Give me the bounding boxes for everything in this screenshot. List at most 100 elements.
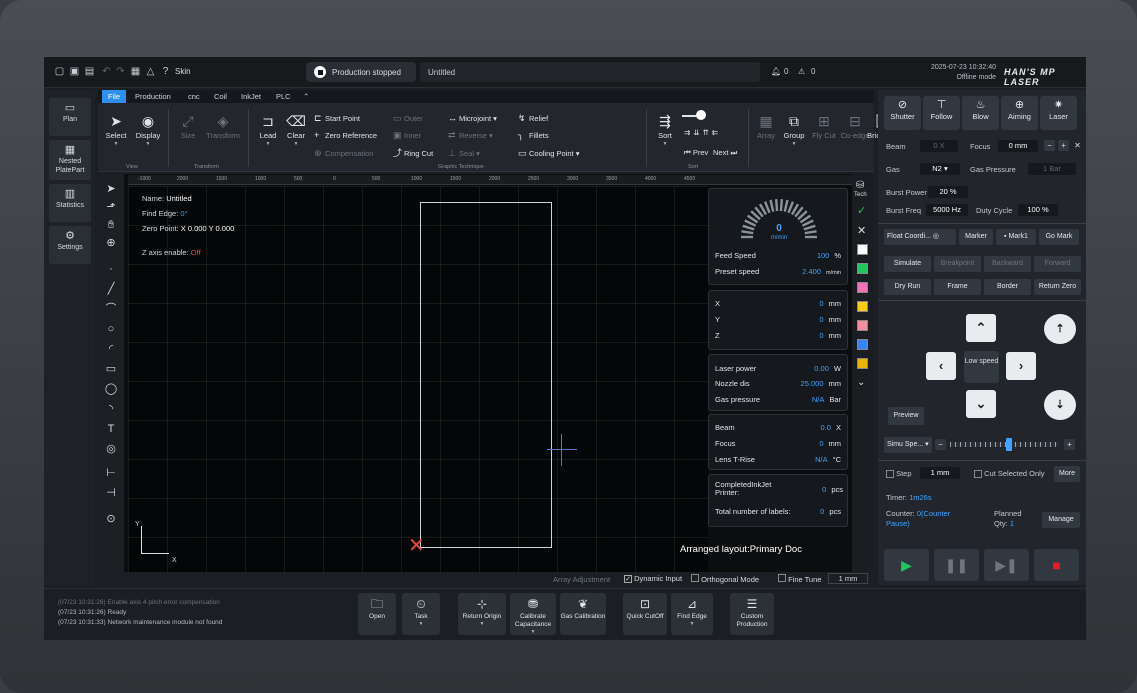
simu-speed-knob[interactable] (1006, 438, 1013, 451)
text-icon[interactable]: T (104, 422, 118, 436)
jog-down-icon[interactable]: ⌄ (966, 390, 996, 418)
quick-cutoff-button[interactable]: ⊡ Quick CutOff (623, 593, 667, 635)
display-button[interactable]: ◉ Display ▼ (133, 113, 163, 147)
simulate-button[interactable]: Simulate (884, 256, 931, 272)
line-icon[interactable]: ╱ (104, 282, 118, 296)
origin-icon[interactable]: ⊙ (104, 512, 118, 526)
layer-swatch[interactable] (857, 339, 868, 350)
layer-swatch[interactable] (857, 301, 868, 312)
help-icon[interactable]: ? (160, 66, 171, 78)
polyline-icon[interactable]: ⌒ (104, 302, 118, 316)
clear-button[interactable]: ⌫ Clear ▼ (281, 113, 311, 147)
reverse-button[interactable]: ⇄ Reverse ▾ (448, 130, 493, 141)
array-button[interactable]: ▦ Array (751, 113, 781, 141)
size-button[interactable]: ⤢ Size (173, 113, 203, 141)
zoom-icon[interactable]: ⊕ (104, 236, 118, 250)
sort-slider[interactable] (682, 110, 762, 120)
mark1-select[interactable]: ▪ Mark1 (996, 229, 1036, 245)
star-icon[interactable]: ◎ (104, 442, 118, 456)
pointer-icon[interactable]: ➤ (104, 182, 118, 196)
collapse-ribbon-icon[interactable]: ⌃ (297, 90, 315, 103)
open-button[interactable]: 🗀︎ Open (358, 593, 396, 635)
shutter-button[interactable]: ⊘ Shutter (884, 96, 921, 130)
simu-speed-slider[interactable] (950, 438, 1058, 451)
dynamic-input-toggle[interactable]: ✓ Dynamic Input (624, 574, 682, 583)
pause-icon[interactable]: ❚❚ (934, 549, 979, 581)
dry-run-button[interactable]: Dry Run (884, 279, 931, 295)
go-mark-button[interactable]: Go Mark (1039, 229, 1079, 245)
calibrate-capacitance-button[interactable]: ⛃ Calibrate Capacitance ▼ (510, 593, 556, 635)
node-select-icon[interactable]: ⬏ (104, 200, 118, 214)
microjoint-button[interactable]: ↔ Microjoint ▾ (448, 113, 497, 124)
frame-button[interactable]: Frame (934, 279, 981, 295)
start-point-button[interactable]: ⊏ Start Point (314, 113, 360, 124)
backward-button[interactable]: Backward (984, 256, 1031, 272)
custom-production-button[interactable]: ☰ Custom Production (730, 593, 774, 635)
tab-production[interactable]: Production (129, 90, 177, 103)
tab-inkjet[interactable]: InkJet (235, 90, 267, 103)
focus-reset-icon[interactable]: ✕ (1072, 140, 1083, 151)
compensation-button[interactable]: ⊕ Compensation (314, 148, 373, 159)
prev-button[interactable]: ⏮ Prev (684, 148, 708, 158)
close-icon[interactable]: ✕ (857, 224, 866, 237)
layer-swatch[interactable] (857, 244, 868, 255)
zero-reference-button[interactable]: + Zero Reference (314, 130, 377, 141)
breakpoint-button[interactable]: Breakpoint (934, 256, 981, 272)
z-down-icon[interactable]: ⇣ (1044, 390, 1076, 420)
start-icon[interactable]: ▶ (884, 549, 929, 581)
fillets-button[interactable]: ╮ Fillets (518, 130, 549, 141)
follow-button[interactable]: ⊤ Follow (923, 96, 960, 130)
sidebar-item-settings[interactable]: ⚙ Settings (49, 226, 91, 264)
laser-button[interactable]: ✷ Laser (1040, 96, 1077, 130)
float-coordinate-button[interactable]: Float Coordi... ◎ (884, 229, 956, 245)
sidebar-item-nested-platepart[interactable]: ▦ Nested PlatePart (49, 140, 91, 180)
dimension-icon[interactable]: ⊢ (104, 466, 118, 480)
duty-cycle-input[interactable]: 100 % (1018, 204, 1058, 216)
fine-tune-toggle[interactable]: Fine Tune (778, 574, 821, 584)
tab-coil[interactable]: Coil (208, 90, 233, 103)
ring-cut-button[interactable]: ⤴ Ring Cut (393, 148, 433, 159)
gas-pressure-input[interactable]: 1 Bar (1028, 163, 1076, 175)
focus-input[interactable]: 0 mm (998, 140, 1038, 152)
gas-calibration-button[interactable]: ❦ Gas Calibration (560, 593, 606, 635)
tab-plc[interactable]: PLC (270, 90, 297, 103)
step-checkbox[interactable]: Step (886, 469, 912, 479)
point-icon[interactable]: · (104, 262, 118, 276)
relief-button[interactable]: ↯ Relief (518, 113, 548, 124)
save-icon[interactable]: ▣ (69, 66, 80, 78)
drawing-canvas[interactable]: Name: Untitled Find Edge: 0° Zero Point:… (128, 186, 708, 572)
marker-button[interactable]: Marker (959, 229, 993, 245)
check-icon[interactable]: ✓ (857, 204, 866, 217)
inner-button[interactable]: ▣ Inner (393, 130, 421, 141)
sort-direction-icons[interactable]: ⇉⇊⇈⇇ (684, 128, 721, 138)
manage-button[interactable]: Manage (1042, 512, 1080, 528)
jog-up-icon[interactable]: ⌃ (966, 314, 996, 342)
resume-icon[interactable]: ▶❚ (984, 549, 1029, 581)
focus-minus-button[interactable]: − (1044, 140, 1055, 151)
more-button[interactable]: More (1054, 466, 1080, 482)
ellipse-icon[interactable]: ◯ (104, 382, 118, 396)
arc-icon[interactable]: ◜ (104, 342, 118, 356)
save-as-icon[interactable]: ▤ (84, 66, 95, 78)
gas-select[interactable]: N2 ▾ (920, 163, 960, 175)
pan-hand-icon[interactable]: ✋︎ (104, 218, 118, 232)
jog-right-icon[interactable]: › (1006, 352, 1036, 380)
undo-icon[interactable]: ↶ (101, 66, 112, 78)
return-zero-button[interactable]: Return Zero (1034, 279, 1081, 295)
cooling-point-button[interactable]: ▭ Cooling Point ▾ (518, 148, 579, 159)
burst-freq-input[interactable]: 5000 Hz (926, 204, 968, 216)
return-origin-button[interactable]: ⊹ Return Origin ▼ (458, 593, 506, 635)
sort-button[interactable]: ⇶ Sort ▼ (650, 113, 680, 147)
select-button[interactable]: ➤ Select ▼ (101, 113, 131, 147)
expand-layers-icon[interactable]: ⌄ (857, 377, 865, 388)
forward-button[interactable]: Forward (1034, 256, 1081, 272)
tab-file[interactable]: File (102, 90, 127, 103)
layer-swatch[interactable] (857, 282, 868, 293)
simu-speed-select[interactable]: Simu Spe... ▾ (884, 437, 932, 453)
beam-input[interactable]: 0 X (920, 140, 958, 152)
preview-button[interactable]: Preview (888, 407, 924, 425)
simu-speed-plus[interactable]: + (1064, 439, 1075, 450)
measure-icon[interactable]: ⊣ (104, 486, 118, 500)
redo-icon[interactable]: ↷ (115, 66, 126, 78)
task-button[interactable]: ⏲ Task ▼ (402, 593, 440, 635)
